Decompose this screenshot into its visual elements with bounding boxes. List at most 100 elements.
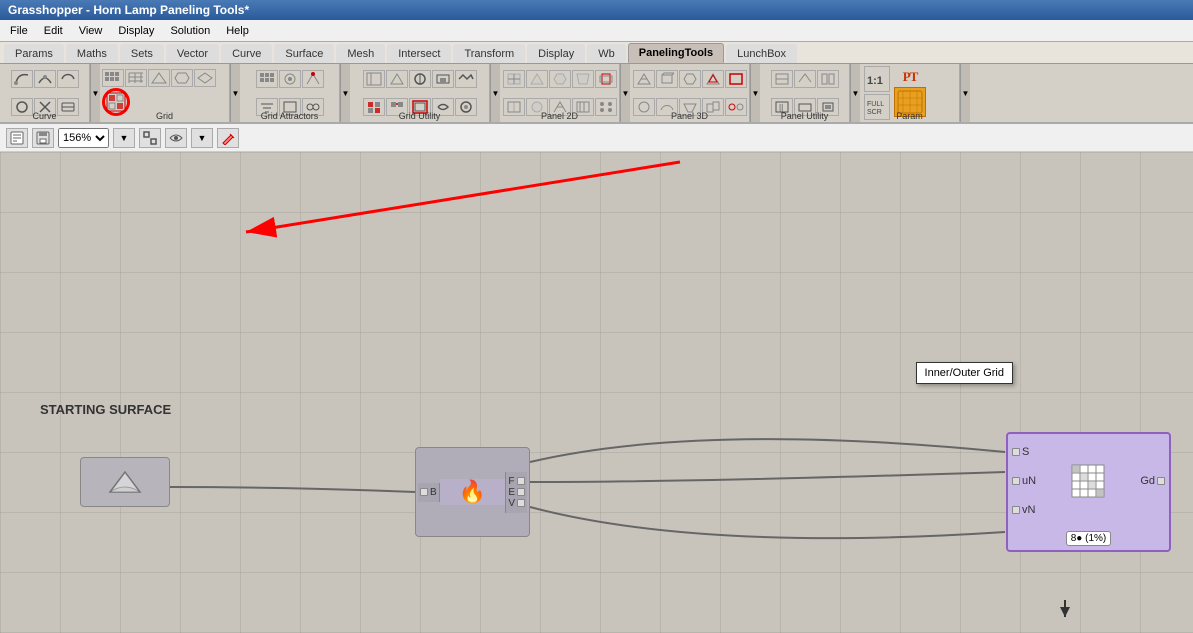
draw-btn[interactable] xyxy=(217,128,239,148)
panel2d-section-label: Panel 2D xyxy=(500,111,619,121)
toolbar-btn-p2d2[interactable] xyxy=(526,70,548,88)
tab-mesh[interactable]: Mesh xyxy=(336,44,385,63)
menu-solution[interactable]: Solution xyxy=(164,23,216,39)
panel3d-section-add[interactable]: ▼ xyxy=(750,64,760,122)
grid-port-un-in xyxy=(1012,477,1020,485)
tab-panelingtools[interactable]: PanelingTools xyxy=(628,43,724,63)
view-eye-btn[interactable] xyxy=(165,128,187,148)
toolbar-btn-gu4[interactable] xyxy=(432,70,454,88)
toolbar-btn-pu3[interactable] xyxy=(817,70,839,88)
fire-node[interactable]: B 🔥 F E V xyxy=(415,447,530,537)
tooltip-text: Inner/Outer Grid xyxy=(925,367,1004,379)
tab-wb[interactable]: Wb xyxy=(587,44,626,63)
param-section-label: Param xyxy=(860,111,959,121)
grid-port-vn-in xyxy=(1012,506,1020,514)
menu-bar: File Edit View Display Solution Help xyxy=(0,20,1193,42)
tab-maths[interactable]: Maths xyxy=(66,44,118,63)
tab-transform[interactable]: Transform xyxy=(453,44,525,63)
grid-port-gd-out xyxy=(1157,477,1165,485)
toolbar-btn-c1[interactable] xyxy=(11,70,33,88)
canvas-bg xyxy=(0,152,1193,633)
menu-view[interactable]: View xyxy=(73,23,109,39)
toolbar-btn-p3d3[interactable] xyxy=(679,70,701,88)
tab-vector[interactable]: Vector xyxy=(166,44,219,63)
grid-section-add[interactable]: ▼ xyxy=(230,64,240,122)
toolbar-btn-c2[interactable] xyxy=(34,70,56,88)
fire-icon: 🔥 xyxy=(459,479,486,505)
curve-section-add[interactable]: ▼ xyxy=(90,64,100,122)
toolbar-btn-g3[interactable] xyxy=(148,69,170,87)
grid-port-s-in xyxy=(1012,448,1020,456)
grid-attractors-section-label: Grid Attractors xyxy=(240,111,339,121)
menu-help[interactable]: Help xyxy=(220,23,255,39)
toolbar-btn-ga3[interactable] xyxy=(302,70,324,88)
grid-attractors-section-add[interactable]: ▼ xyxy=(340,64,350,122)
toolbar-section-panel-utility: || Panel Utility xyxy=(760,64,850,122)
toolbar-btn-p3d4[interactable] xyxy=(702,70,724,88)
curve-section-label: Curve xyxy=(0,111,89,121)
toolbar-section-panel2d: Panel 2D xyxy=(500,64,620,122)
tab-sets[interactable]: Sets xyxy=(120,44,164,63)
view-dropdown-arrow[interactable]: ▼ xyxy=(191,128,213,148)
toolbar-btn-gu1[interactable] xyxy=(363,70,385,88)
tab-curve[interactable]: Curve xyxy=(221,44,272,63)
fire-port-v xyxy=(517,499,525,507)
toolbar-btn-p2d1[interactable] xyxy=(503,70,525,88)
fit-view-btn[interactable] xyxy=(139,128,161,148)
toolbar-btn-c3[interactable] xyxy=(57,70,79,88)
toolbar-section-curve: Curve xyxy=(0,64,90,122)
tab-intersect[interactable]: Intersect xyxy=(387,44,451,63)
toolbar-btn-param1[interactable]: 1:1 xyxy=(864,66,890,92)
fire-port-e xyxy=(517,488,525,496)
toolbar-btn-g1[interactable] xyxy=(102,69,124,87)
svg-text:FULL: FULL xyxy=(867,101,884,108)
save-btn[interactable] xyxy=(32,128,54,148)
param-section-add[interactable]: ▼ xyxy=(960,64,970,122)
toolbar-btn-ga1[interactable] xyxy=(256,70,278,88)
menu-file[interactable]: File xyxy=(4,23,34,39)
grid-node-badge: 8● (1%) xyxy=(1066,531,1112,546)
toolbar-btn-p2d5[interactable] xyxy=(595,70,617,88)
grid-utility-section-add[interactable]: ▼ xyxy=(490,64,500,122)
toolbar-btn-g4[interactable] xyxy=(171,69,193,87)
toolbar-btn-ga2[interactable] xyxy=(279,70,301,88)
toolbar-section-param: 1:1 FULL SCR PT xyxy=(860,64,960,122)
new-file-btn[interactable] xyxy=(6,128,28,148)
zoom-select[interactable]: 156% 100% 50% 200% xyxy=(58,128,109,148)
tab-bar: Params Maths Sets Vector Curve Surface M… xyxy=(0,42,1193,64)
toolbar-btn-g5[interactable] xyxy=(194,69,216,87)
menu-display[interactable]: Display xyxy=(112,23,160,39)
toolbar-btn-pu2[interactable] xyxy=(794,70,816,88)
tab-lunchbox[interactable]: LunchBox xyxy=(726,44,797,63)
toolbar-area: Curve ▼ xyxy=(0,64,1193,124)
toolbar-btn-p2d3[interactable] xyxy=(549,70,571,88)
toolbar-btn-g2[interactable] xyxy=(125,69,147,87)
toolbar-btn-p3d2[interactable] xyxy=(656,70,678,88)
title-bar: Grasshopper - Horn Lamp Paneling Tools* xyxy=(0,0,1193,20)
panel-utility-section-add[interactable]: ▼ xyxy=(850,64,860,122)
panel-utility-section-label: Panel Utility xyxy=(760,111,849,121)
tab-display[interactable]: Display xyxy=(527,44,585,63)
toolbar-section-grid-utility: Grid Utility xyxy=(350,64,490,122)
inner-outer-grid-node[interactable]: S uN vN xyxy=(1006,432,1171,552)
grid-section-label: Grid xyxy=(100,111,229,121)
toolbar-btn-gu5[interactable] xyxy=(455,70,477,88)
svg-text:1:1: 1:1 xyxy=(867,75,883,87)
fire-port-f xyxy=(517,477,525,485)
zoom-dropdown-btn[interactable]: ▼ xyxy=(113,128,135,148)
inner-outer-grid-tooltip: Inner/Outer Grid xyxy=(916,362,1013,384)
panel2d-section-add[interactable]: ▼ xyxy=(620,64,630,122)
toolbar-section-grid: Grid xyxy=(100,64,230,122)
toolbar-btn-p2d4[interactable] xyxy=(572,70,594,88)
canvas-area[interactable]: STARTING SURFACE Inner/Outer Grid xyxy=(0,152,1193,633)
tab-params[interactable]: Params xyxy=(4,44,64,63)
toolbar-btn-gu3[interactable] xyxy=(409,70,431,88)
tab-surface[interactable]: Surface xyxy=(274,44,334,63)
toolbar-btn-gu2[interactable] xyxy=(386,70,408,88)
toolbar-btn-p3d1[interactable] xyxy=(633,70,655,88)
toolbar-section-grid-attractors: Grid Attractors xyxy=(240,64,340,122)
surface-node[interactable] xyxy=(80,457,170,507)
menu-edit[interactable]: Edit xyxy=(38,23,69,39)
toolbar-btn-pu1[interactable] xyxy=(771,70,793,88)
toolbar-btn-p3d5[interactable] xyxy=(725,70,747,88)
